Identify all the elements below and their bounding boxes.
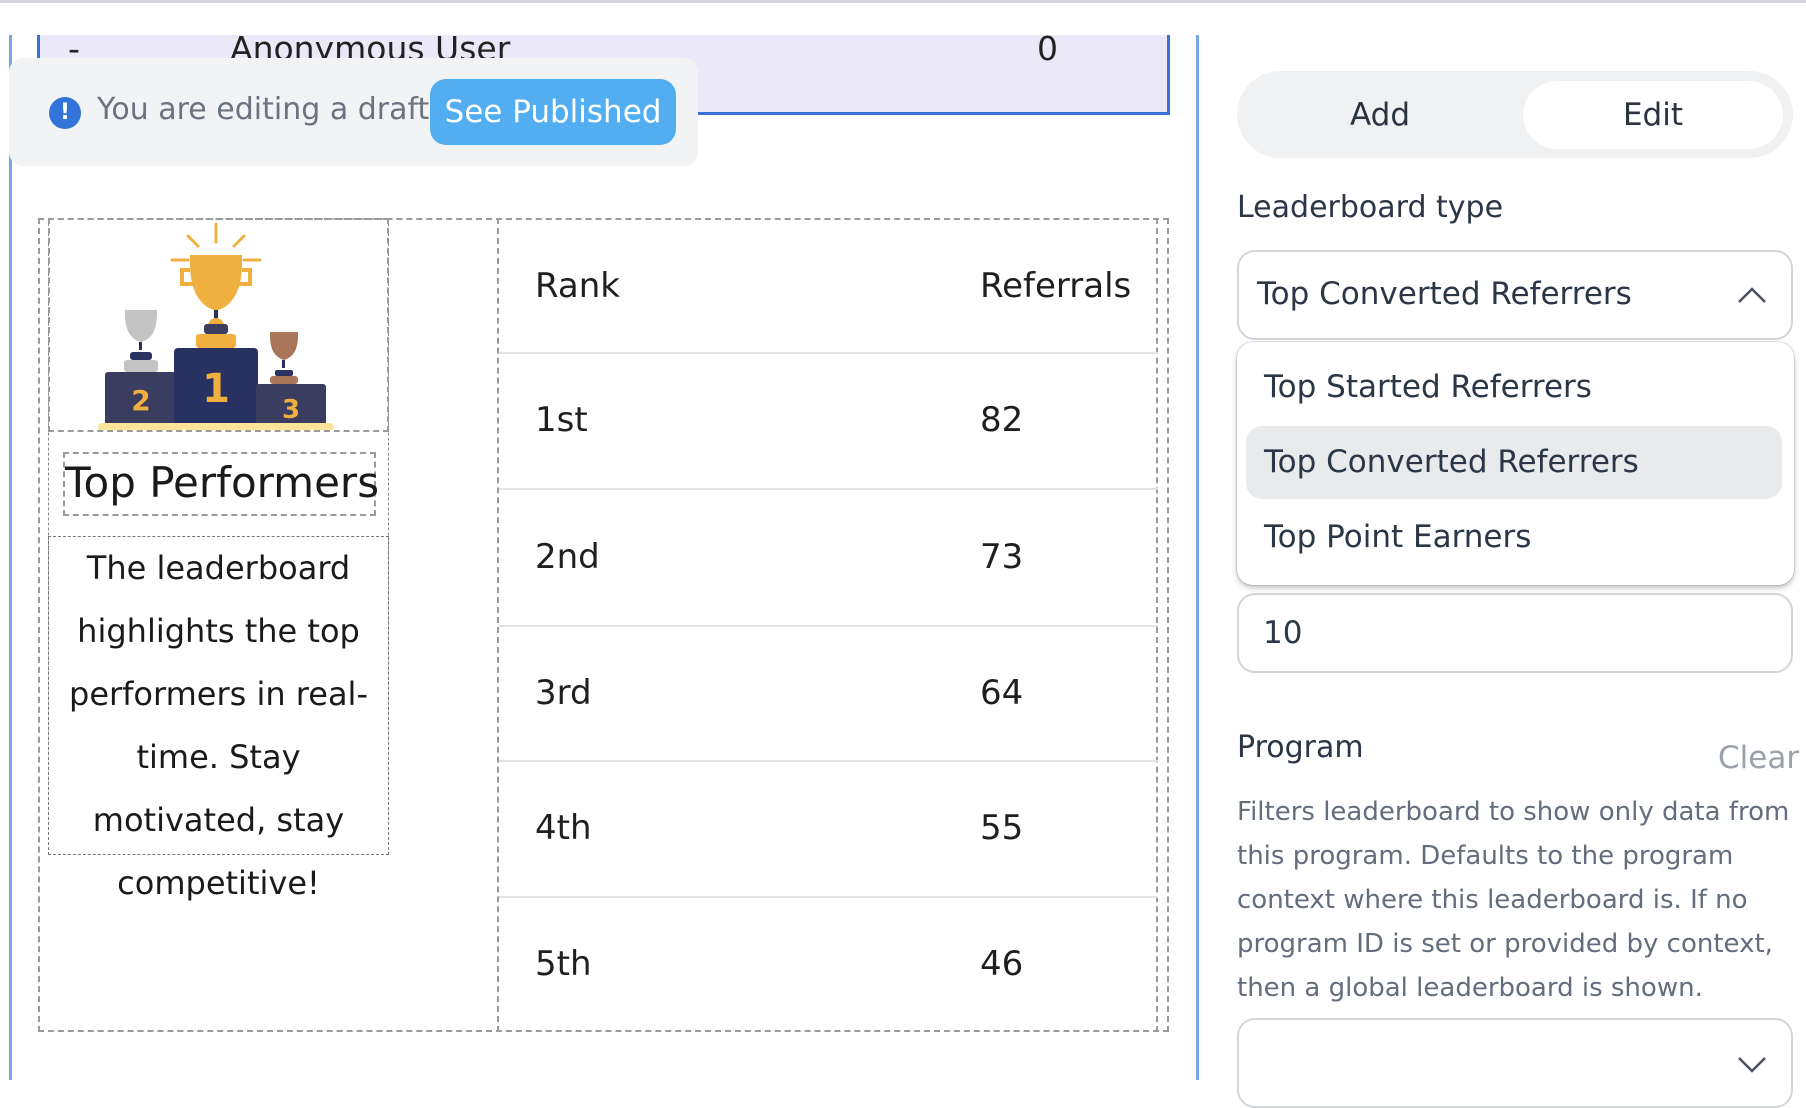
leaderboard-type-select[interactable]: Top Converted Referrers [1237,250,1793,340]
option-top-started-referrers[interactable]: Top Started Referrers [1246,351,1782,424]
svg-text:1: 1 [202,366,230,412]
podium-image: 2 1 3 [48,218,389,432]
referrals-cell: 55 [980,808,1024,848]
header-rank: Rank [535,266,620,306]
rank-cell: 5th [535,944,592,984]
referrals-cell: 82 [980,400,1024,440]
anon-value: 0 [1037,29,1058,68]
widget-title: Top Performers [63,452,379,516]
program-description: Filters leaderboard to show only data fr… [1237,797,1790,1003]
see-published-button[interactable]: See Published [430,79,676,145]
tab-add[interactable]: Add [1237,81,1523,149]
row-divider [499,760,1158,762]
program-label: Program [1237,730,1364,765]
row-divider [499,896,1158,898]
top-divider [0,0,1806,3]
rank-cell: 3rd [535,672,592,713]
rank-cell: 1st [535,400,588,440]
draft-message: You are editing a draft [97,92,430,127]
widget-description: The leaderboard highlights the top perfo… [48,536,389,902]
leaderboard-type-value: Top Converted Referrers [1257,276,1632,312]
header-referrals: Referrals [980,266,1132,306]
chevron-down-icon [1738,1057,1766,1073]
rank-cell: 4th [535,808,592,848]
referrals-cell: 46 [980,944,1024,984]
option-top-point-earners[interactable]: Top Point Earners [1246,501,1782,574]
rank-cell: 2nd [535,536,600,577]
referrals-cell: 73 [980,536,1024,577]
chevron-up-icon [1738,287,1766,303]
svg-text:3: 3 [282,395,300,425]
row-divider [499,352,1158,354]
option-top-converted-referrers[interactable]: Top Converted Referrers [1246,426,1782,499]
info-icon: ! [49,97,81,129]
row-divider [499,488,1158,490]
program-clear-button[interactable]: Clear [1718,740,1799,776]
add-edit-toggle: Add Edit [1237,71,1793,158]
leaderboard-count-input[interactable] [1237,593,1793,673]
leaderboard-type-menu: Top Started Referrers Top Converted Refe… [1237,342,1794,585]
svg-text:2: 2 [131,384,150,417]
podium-trophies-icon: 2 1 3 [98,222,334,431]
draft-banner: ! You are editing a draft See Published [9,58,698,166]
canvas-border-left [9,35,12,1080]
referrals-cell: 64 [980,672,1024,713]
program-select[interactable] [1237,1018,1793,1108]
canvas-border-right [1196,35,1199,1080]
tab-edit[interactable]: Edit [1523,81,1783,149]
row-divider [499,625,1158,627]
leaderboard-type-label: Leaderboard type [1237,190,1504,225]
